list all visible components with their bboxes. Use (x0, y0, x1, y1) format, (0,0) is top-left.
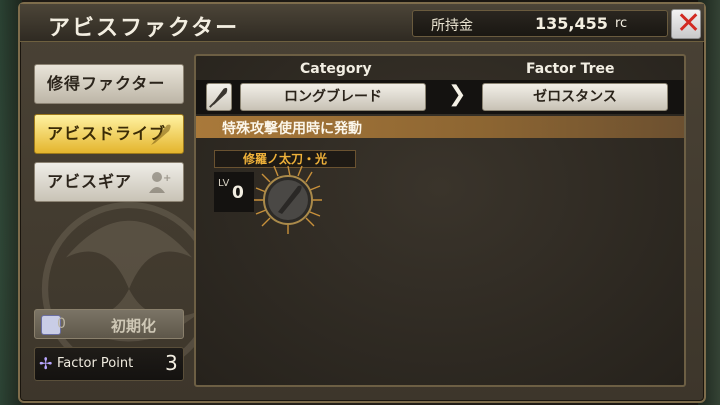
window-title: アビスファクター (48, 16, 240, 41)
nav-label: 修得ファクター (47, 74, 166, 93)
title-bar: アビスファクター 所持金 135,455 rc ✕ (20, 4, 704, 42)
factor-tree-header: Factor Tree (526, 61, 615, 77)
category-header: Category (300, 61, 372, 77)
money-unit: rc (615, 16, 628, 31)
money-box: 所持金 135,455 rc (412, 10, 668, 37)
category-select[interactable]: ロングブレード (240, 83, 426, 111)
factor-point-label: Factor Point (57, 356, 134, 371)
reset-button[interactable]: 0 初期化 (34, 309, 184, 339)
description-bar: 特殊攻撃使用時に発動 (196, 116, 684, 138)
feather-icon (151, 124, 171, 145)
factor-point-box: ✢ Factor Point 3 (34, 347, 184, 381)
filter-row: ロングブレード ❯ ゼロスタンス (196, 80, 684, 114)
category-icon-button[interactable] (206, 83, 232, 111)
panel-header: Category Factor Tree (196, 58, 684, 78)
factor-tree-panel: Category Factor Tree ロングブレード ❯ ゼロスタンス 特殊… (194, 54, 686, 387)
money-label: 所持金 (431, 18, 473, 34)
feather-icon (209, 87, 228, 108)
description-text: 特殊攻撃使用時に発動 (222, 121, 362, 137)
factor-point-value: 3 (165, 351, 178, 375)
factor-tree-select[interactable]: ゼロスタンス (482, 83, 668, 111)
chevron-right-icon: ❯ (448, 82, 467, 107)
close-icon: ✕ (676, 6, 702, 41)
sword-node-icon[interactable] (250, 162, 326, 238)
svg-text:+: + (163, 173, 172, 184)
nav-abyss-drive[interactable]: アビスドライブ (34, 114, 184, 154)
factor-level-box: LV 0 (214, 172, 254, 212)
level-prefix: LV (218, 178, 230, 189)
game-screen: アビスファクター 所持金 135,455 rc ✕ 修得ファクター アビスドライ… (0, 0, 720, 405)
gear-person-icon: + (149, 172, 172, 193)
nav-abyss-gear[interactable]: アビスギア + (34, 162, 184, 202)
money-value: 135,455 (535, 14, 608, 33)
reset-label: 初期化 (111, 317, 157, 335)
abyss-factor-window: アビスファクター 所持金 135,455 rc ✕ 修得ファクター アビスドライ… (18, 2, 706, 403)
nav-acquired-factor[interactable]: 修得ファクター (34, 64, 184, 104)
level-value: 0 (232, 183, 244, 203)
sparkle-icon: ✢ (39, 354, 53, 373)
reset-count: 0 (57, 316, 66, 332)
nav-label: アビスギア (47, 172, 133, 191)
close-button[interactable]: ✕ (671, 6, 702, 41)
